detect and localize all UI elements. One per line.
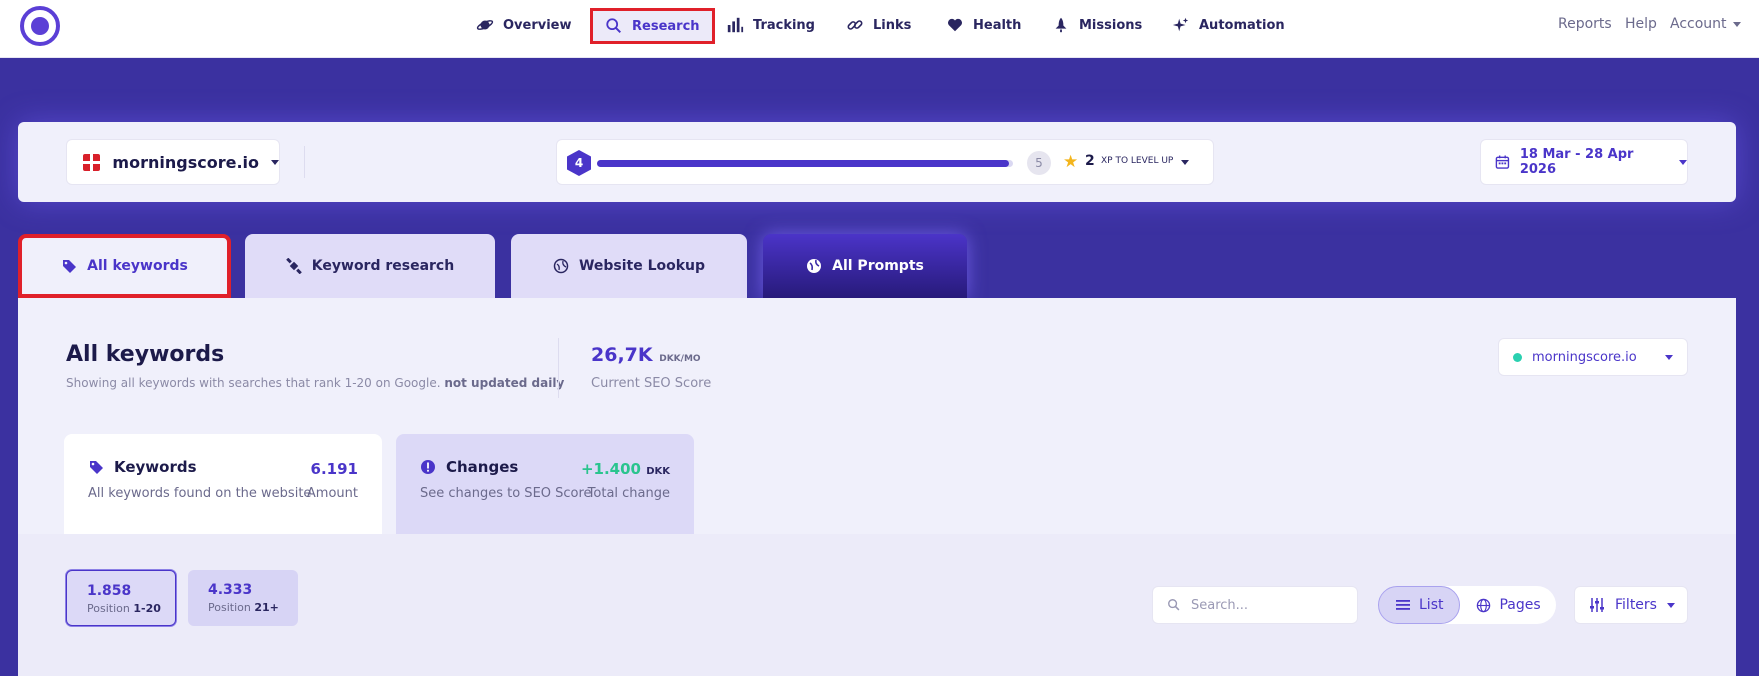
rocket-icon bbox=[1055, 17, 1067, 33]
tab-keyword-research[interactable]: Keyword research bbox=[245, 234, 495, 298]
page-subtitle: Showing all keywords with searches that … bbox=[66, 376, 565, 390]
tag-icon bbox=[63, 260, 77, 273]
nav-health[interactable]: Health bbox=[946, 10, 1021, 40]
view-toggle: List Pages bbox=[1378, 586, 1556, 624]
chevron-down-icon bbox=[1665, 354, 1673, 360]
globe-icon bbox=[1477, 598, 1491, 612]
level-badge: 4 bbox=[567, 150, 591, 176]
pages-view-button[interactable]: Pages bbox=[1460, 586, 1556, 624]
chevron-down-icon bbox=[271, 159, 279, 165]
main-panel: All keywords Showing all keywords with s… bbox=[18, 298, 1736, 676]
heart-icon bbox=[947, 18, 963, 32]
keywords-amount: 6.191 bbox=[310, 460, 358, 478]
nav-overview[interactable]: Overview bbox=[476, 10, 572, 40]
domain-selector[interactable]: morningscore.io bbox=[66, 139, 280, 185]
nav-account[interactable]: Account bbox=[1670, 16, 1741, 32]
search-input[interactable] bbox=[1191, 597, 1341, 613]
bar-chart-icon bbox=[727, 17, 744, 33]
denmark-flag-icon bbox=[83, 153, 108, 171]
sliders-icon bbox=[1590, 598, 1604, 612]
search-field[interactable] bbox=[1152, 586, 1358, 624]
selector-bar: morningscore.io 4 5 ★ 2 XP TO LEVEL UP 1… bbox=[18, 122, 1736, 202]
link-icon bbox=[847, 20, 863, 30]
top-navigation: Overview Research Tracking Links Health … bbox=[0, 0, 1759, 58]
tab-all-keywords[interactable]: All keywords bbox=[18, 234, 231, 298]
chevron-down-icon bbox=[1679, 159, 1687, 165]
keywords-toolbar: 1.858 Position 1-20 4.333 Position 21+ L… bbox=[18, 534, 1736, 676]
xp-progress-fill bbox=[597, 160, 1009, 167]
nav-research[interactable]: Research bbox=[590, 8, 715, 44]
domain-filter-select[interactable]: morningscore.io bbox=[1498, 338, 1688, 376]
alert-icon bbox=[421, 460, 435, 474]
seo-score-label: Current SEO Score bbox=[591, 376, 712, 391]
nav-help[interactable]: Help bbox=[1625, 16, 1657, 32]
calendar-icon bbox=[1495, 155, 1510, 169]
position-1-20-button[interactable]: 1.858 Position 1-20 bbox=[66, 570, 176, 626]
divider bbox=[304, 146, 305, 178]
chevron-down-icon bbox=[1732, 21, 1741, 27]
date-range-picker[interactable]: 18 Mar - 28 Apr 2026 bbox=[1480, 139, 1688, 185]
xp-needed: 2 bbox=[1085, 153, 1095, 169]
seo-score-value: 26,7K DKK/MO bbox=[591, 344, 701, 366]
planet-icon bbox=[476, 20, 494, 30]
list-icon bbox=[1396, 600, 1410, 610]
globe-icon bbox=[553, 258, 569, 274]
satellite-icon bbox=[285, 258, 302, 274]
chevron-down-icon bbox=[1666, 602, 1675, 608]
nav-tracking[interactable]: Tracking bbox=[726, 10, 815, 40]
globe-icon bbox=[807, 259, 822, 273]
position-21-plus-button[interactable]: 4.333 Position 21+ bbox=[188, 570, 298, 626]
xp-label: XP TO LEVEL UP bbox=[1101, 156, 1174, 166]
xp-progress-widget[interactable]: 4 5 ★ 2 XP TO LEVEL UP bbox=[556, 139, 1214, 185]
list-view-button[interactable]: List bbox=[1378, 586, 1461, 624]
status-dot bbox=[1513, 352, 1522, 362]
search-icon bbox=[1168, 599, 1180, 611]
nav-automation[interactable]: Automation bbox=[1172, 10, 1285, 40]
nav-missions[interactable]: Missions bbox=[1052, 10, 1142, 40]
sparkle-icon bbox=[1172, 17, 1189, 32]
tag-icon bbox=[90, 461, 103, 474]
divider bbox=[558, 338, 559, 398]
nav-links[interactable]: Links bbox=[846, 10, 911, 40]
search-icon bbox=[606, 18, 622, 34]
filters-button[interactable]: Filters bbox=[1574, 586, 1688, 624]
tab-website-lookup[interactable]: Website Lookup bbox=[511, 234, 747, 298]
page-title: All keywords bbox=[66, 342, 225, 367]
tab-all-prompts[interactable]: All Prompts bbox=[763, 234, 967, 298]
star-icon: ★ bbox=[1063, 152, 1079, 172]
morningscore-logo[interactable] bbox=[20, 6, 60, 46]
next-level-badge: 5 bbox=[1027, 151, 1051, 175]
nav-reports[interactable]: Reports bbox=[1558, 16, 1612, 32]
xp-progress-bar bbox=[597, 160, 1013, 167]
keywords-card[interactable]: Keywords All keywords found on the websi… bbox=[64, 434, 382, 534]
changes-card[interactable]: Changes See changes to SEO Score +1.400 … bbox=[396, 434, 694, 534]
total-change-value: +1.400 DKK bbox=[580, 460, 670, 478]
chevron-down-icon bbox=[1181, 160, 1189, 165]
